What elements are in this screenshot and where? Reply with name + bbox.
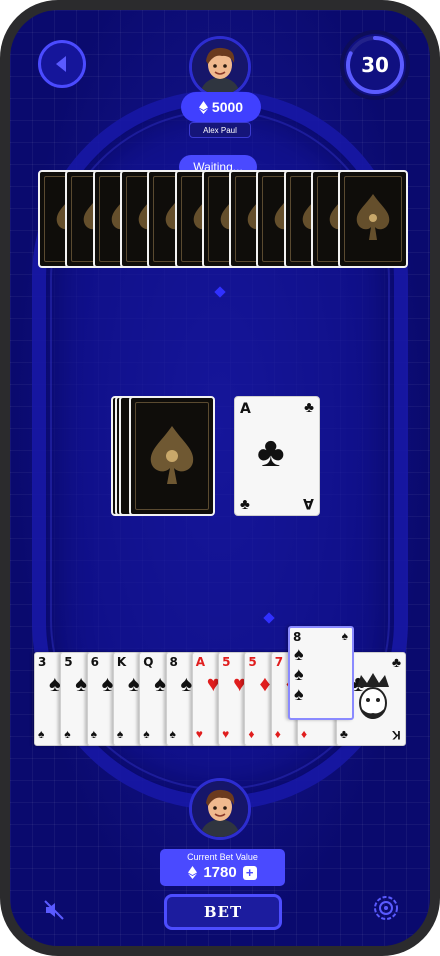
card-suit-icon: ♠ [116,727,124,741]
opponent-card-back [338,170,409,268]
opponent-coins-value: 5000 [211,99,244,115]
boy-avatar-image [192,39,248,95]
club-suit-icon: ♣ [304,399,314,416]
mute-icon [44,900,64,920]
boy-avatar-image [192,781,248,837]
card-suit-icon: ♠ [101,671,114,696]
opponent-name: Alex Paul [189,122,251,138]
card-suit-icon: ♦ [301,727,308,741]
game-screen: 30 5000 Alex Paul Waiting... A ♣ ♣ ♣ A 3… [10,10,430,946]
card-rank: 8 [293,630,302,644]
card-suit-icon: ♠ [90,727,97,741]
club-suit-icon: ♣ [240,496,250,513]
card-suit-icon: ♦ [274,727,281,741]
card-suit-icon: ♠ [169,727,176,741]
card-suit-icon: ♦ [248,727,255,741]
settings-icon [374,896,398,920]
ethereum-icon [188,866,198,879]
card-rank: Q [143,655,154,669]
card-suit-icon: ♣ [391,654,401,670]
settings-button[interactable] [372,894,400,922]
player-avatar [189,778,251,840]
selected-card[interactable]: 8 ♠ ♠ ♠ ♠ [288,626,354,720]
opponent-coins-badge: 5000 [181,92,261,122]
current-bet-panel: Current Bet Value 1780 + [160,849,285,886]
card-suit-icon: ♠ [75,671,87,696]
spade-suit-icon: ♠ [341,629,348,643]
bet-label: Current Bet Value [187,852,258,862]
card-rank: 5 [222,655,231,669]
card-rank: 3 [38,655,47,669]
discard-rank-top: A [240,401,251,417]
opponent-avatar [189,36,251,98]
mute-button[interactable] [40,896,68,924]
timer-value: 30 [361,53,389,77]
card-rank: 7 [274,655,284,669]
card-rank: A [195,655,206,669]
card-suit-icon: ♠ [127,671,140,696]
discard-rank-bottom: A [303,495,314,511]
bet-button[interactable]: BET [164,894,282,930]
card-rank: 8 [169,655,178,669]
card-suit-icon: ♥ [222,727,230,741]
card-suit-icon: ♠ [154,671,166,696]
ornament-spade-icon [357,194,390,240]
card-rank: K [392,728,401,742]
club-suit-center-icon: ♣ [257,428,285,475]
phone-frame: 30 5000 Alex Paul Waiting... A ♣ ♣ ♣ A 3… [0,0,440,956]
card-suit-icon: ♠ [49,671,61,696]
ornament-spade-icon [150,426,194,484]
spade-suit-icon: ♠ [294,684,304,704]
back-button[interactable] [38,40,86,88]
bet-amount: 1780 [203,864,237,881]
card-suit-icon: ♠ [38,727,45,741]
card-suit-icon: ♠ [143,727,150,741]
card-suit-icon: ♥ [195,727,203,741]
discard-pile-card: A ♣ ♣ ♣ A [234,396,320,516]
turn-timer: 30 [344,34,406,96]
spade-suit-icon: ♠ [294,664,304,684]
card-rank: 5 [248,655,257,669]
card-suit-icon: ♠ [64,727,71,741]
card-rank: K [116,655,127,669]
draw-pile-top-card[interactable] [129,396,215,516]
ethereum-icon [198,100,208,114]
back-arrow-icon [56,56,66,72]
card-suit-icon: ♠ [180,671,193,696]
increase-bet-button[interactable]: + [242,865,257,880]
card-rank: 6 [90,655,99,669]
spade-suit-icon: ♠ [294,644,304,664]
card-rank: 5 [64,655,73,669]
card-suit-icon: ♦ [259,671,271,696]
